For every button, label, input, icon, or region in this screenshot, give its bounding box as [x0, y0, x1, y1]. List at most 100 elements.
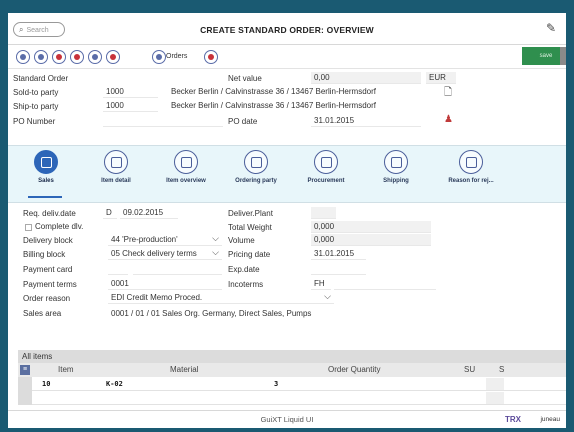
orders-button[interactable]: Orders [166, 53, 187, 60]
exit-icon[interactable] [34, 50, 48, 64]
incoterms-label: Incoterms [228, 280, 264, 289]
tab-shipping[interactable]: Shipping [364, 150, 428, 184]
ship-to-label: Ship-to party [13, 102, 59, 111]
su-cell[interactable] [486, 392, 504, 404]
req-deliv-date-label: Req. deliv.date [23, 209, 76, 218]
payment-terms-field[interactable]: 0001 [108, 278, 222, 290]
po-date-label: PO date [228, 117, 258, 126]
stop-icon[interactable] [70, 50, 84, 64]
tab-ordering-party[interactable]: Ordering party [224, 150, 288, 184]
po-number-field[interactable] [103, 115, 223, 127]
procurement-icon [314, 150, 338, 174]
pricing-date-field[interactable]: 31.01.2015 [311, 248, 366, 260]
column-order-quantity[interactable]: Order Quantity [328, 363, 380, 377]
delivery-block-label: Delivery block [23, 236, 73, 245]
item-detail-icon [104, 150, 128, 174]
sold-to-field[interactable]: 1000 [103, 86, 158, 98]
toolbar: Orders save [8, 45, 566, 69]
net-value-field[interactable]: 0,00 [311, 72, 421, 84]
req-deliv-date-type-field[interactable]: D [103, 207, 117, 219]
complete-dlv-label: Complete dlv. [35, 222, 84, 231]
po-number-label: PO Number [13, 117, 56, 126]
column-s[interactable]: S [499, 363, 504, 377]
table-header: ≡ Item Material Order Quantity SU S [18, 363, 566, 377]
table-row[interactable]: 10 K-02 3 [18, 377, 566, 391]
orders-icon[interactable] [152, 50, 166, 64]
tab-item-detail[interactable]: Item detail [84, 150, 148, 184]
payment-card-type-field[interactable] [108, 263, 128, 275]
active-tab-indicator [28, 196, 62, 198]
order-reason-label: Order reason [23, 294, 71, 303]
order-reason-dropdown[interactable]: EDI Credit Memo Proced. [108, 290, 334, 304]
payment-card-label: Payment card [23, 265, 73, 274]
billing-block-dropdown[interactable]: 05 Check delivery terms [108, 248, 222, 260]
material-cell[interactable]: K-02 [106, 377, 123, 391]
deliver-plant-field[interactable] [311, 207, 336, 219]
toolbar-overflow-button[interactable] [560, 47, 566, 65]
total-weight-label: Total Weight [228, 223, 272, 232]
ship-to-description: Becker Berlin / Calvinstrasse 36 / 13467… [171, 101, 376, 110]
person-icon[interactable]: ♟ [444, 114, 453, 125]
row-selector[interactable] [18, 377, 32, 391]
net-value-label: Net value [228, 74, 262, 83]
save-button[interactable]: save [522, 47, 562, 65]
back-icon[interactable] [16, 50, 30, 64]
req-deliv-date-field[interactable]: 09.02.2015 [120, 207, 178, 219]
tab-reason-for-rejection[interactable]: Reason for rej... [434, 150, 508, 184]
exp-date-label: Exp.date [228, 265, 260, 274]
total-weight-field[interactable]: 0,000 [311, 221, 431, 233]
payment-terms-label: Payment terms [23, 280, 77, 289]
column-item[interactable]: Item [58, 363, 74, 377]
find-next-icon[interactable] [106, 50, 120, 64]
settings-icon[interactable] [204, 50, 218, 64]
column-material[interactable]: Material [170, 363, 198, 377]
quantity-cell[interactable]: 3 [274, 377, 278, 391]
brand-logo: TRX [505, 415, 521, 424]
billing-block-label: Billing block [23, 250, 66, 259]
delivery-block-dropdown[interactable]: 44 'Pre-production' [108, 232, 222, 246]
tab-procurement[interactable]: Procurement [294, 150, 358, 184]
tab-sales[interactable]: Sales [14, 150, 78, 184]
select-all-icon[interactable]: ≡ [20, 365, 30, 375]
volume-field[interactable]: 0,000 [311, 234, 431, 246]
sold-to-description: Becker Berlin / Calvinstrasse 36 / 13467… [171, 87, 376, 96]
standard-order-label: Standard Order [13, 74, 69, 83]
exp-date-field[interactable] [311, 263, 366, 275]
items-heading: All items [18, 350, 566, 363]
su-cell[interactable] [486, 378, 504, 390]
incoterms-field[interactable]: FH [311, 278, 331, 290]
table-row[interactable] [18, 391, 566, 405]
shipping-icon [384, 150, 408, 174]
tab-bar: Sales Item detail Item overview Ordering… [8, 145, 566, 203]
pencil-icon[interactable]: ✎ [546, 21, 556, 35]
deliver-plant-label: Deliver.Plant [228, 209, 273, 218]
ordering-party-icon [244, 150, 268, 174]
page-title: CREATE STANDARD ORDER: OVERVIEW [200, 25, 374, 35]
item-cell[interactable]: 10 [42, 377, 50, 391]
complete-dlv-checkbox[interactable] [25, 224, 32, 231]
sales-icon [34, 150, 58, 174]
footer-bar: GuiXT Liquid UI TRX juneau [8, 410, 566, 428]
sales-area-value: 0001 / 01 / 01 Sales Org. Germany, Direc… [111, 309, 312, 318]
currency-field[interactable]: EUR [426, 72, 456, 84]
find-icon[interactable] [88, 50, 102, 64]
payment-card-field[interactable] [133, 263, 222, 275]
sales-area-label: Sales area [23, 309, 62, 318]
ship-to-field[interactable]: 1000 [103, 100, 158, 112]
reason-for-rejection-icon [459, 150, 483, 174]
pricing-date-label: Pricing date [228, 250, 271, 259]
incoterms-part2-field[interactable] [334, 278, 436, 290]
title-bar: ⌕ Search CREATE STANDARD ORDER: OVERVIEW … [8, 13, 566, 45]
user-label: juneau [540, 416, 560, 423]
tab-item-overview[interactable]: Item overview [154, 150, 218, 184]
volume-label: Volume [228, 236, 255, 245]
footer-title: GuiXT Liquid UI [260, 415, 314, 424]
sold-to-label: Sold-to party [13, 88, 59, 97]
item-overview-icon [174, 150, 198, 174]
cancel-icon[interactable] [52, 50, 66, 64]
po-date-field[interactable]: 31.01.2015 [311, 115, 421, 127]
column-su[interactable]: SU [464, 363, 475, 377]
row-selector[interactable] [18, 391, 32, 405]
app-window: ⌕ Search CREATE STANDARD ORDER: OVERVIEW … [8, 13, 566, 428]
document-icon[interactable]: 🗋 [444, 85, 452, 102]
